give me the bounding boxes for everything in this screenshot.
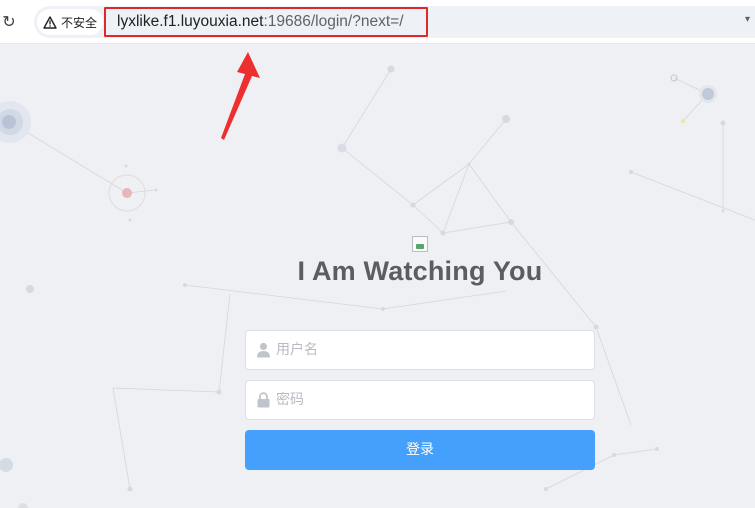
url-text[interactable]: lyxlike.f1.luyouxia.net:19686/login/?nex… [104,7,428,37]
lock-icon [257,392,270,408]
browser-toolbar: ↻ 不安全 lyxlike.f1.luyouxia.net:19686/logi… [0,0,755,44]
login-button[interactable]: 登录 [245,430,595,470]
security-indicator[interactable]: 不安全 [37,9,103,35]
reload-icon[interactable]: ↻ [0,12,18,32]
chevron-down-icon[interactable]: ▾ [745,14,750,25]
security-label: 不安全 [61,15,98,30]
password-input[interactable] [276,381,588,419]
password-field[interactable] [245,380,595,420]
user-icon [257,342,270,358]
broken-image-icon [412,236,428,252]
red-arrow-annotation [221,52,260,140]
page-title: I Am Watching You [297,256,543,286]
username-input[interactable] [276,331,588,369]
url-path: :19686/login/?next=/ [263,13,404,30]
warning-icon [43,15,57,29]
url-host: lyxlike.f1.luyouxia.net [117,13,264,30]
username-field[interactable] [245,330,595,370]
